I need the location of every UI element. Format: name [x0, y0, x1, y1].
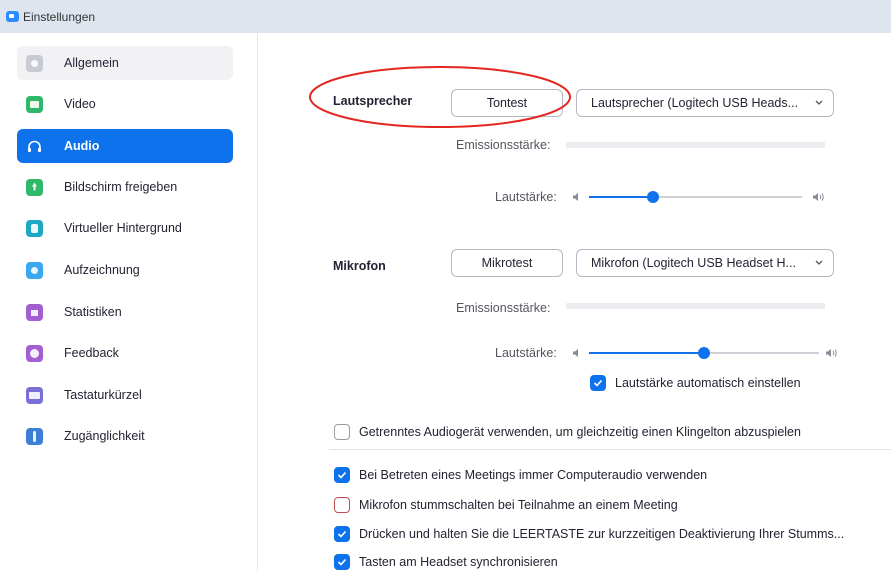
microphone-device-select[interactable]: Mikrofon (Logitech USB Headset H...: [576, 249, 834, 277]
sidebar-item-label: Statistiken: [64, 305, 122, 319]
sidebar-item-feedback[interactable]: Feedback: [17, 336, 233, 370]
sidebar-item-statistiken[interactable]: Statistiken: [17, 295, 233, 329]
sidebar-item-label: Zugänglichkeit: [64, 429, 145, 443]
microphone-volume-slider[interactable]: [589, 347, 819, 359]
chevron-down-icon: [815, 260, 823, 265]
option-label: Getrenntes Audiogerät verwenden, um glei…: [359, 425, 801, 439]
speaker-volume-thumb[interactable]: [646, 191, 659, 203]
microphone-input-level-meter: [566, 303, 825, 309]
settings-sidebar: Allgemein Video Audio Bildschirm freigeb…: [0, 33, 258, 571]
sidebar-item-aufzeichnung[interactable]: Aufzeichnung: [17, 253, 233, 287]
microphone-device-value: Mikrofon (Logitech USB Headset H...: [591, 256, 796, 270]
record-icon: [26, 261, 43, 279]
separate-ringtone-device-checkbox[interactable]: [334, 424, 350, 440]
sync-headset-buttons-row[interactable]: Tasten am Headset synchronisieren: [334, 554, 558, 570]
gear-icon: [26, 54, 43, 72]
checkmark-icon: [337, 558, 347, 566]
option-label: Mikrofon stummschalten bei Teilnahme an …: [359, 498, 678, 512]
feedback-smiley-icon: [26, 344, 43, 362]
chevron-down-icon: [815, 100, 823, 105]
checkmark-icon: [337, 471, 347, 479]
share-screen-icon: [26, 178, 43, 196]
volume-low-icon: [573, 193, 578, 201]
video-camera-icon: [26, 95, 43, 113]
accessibility-icon: [26, 427, 43, 445]
sidebar-item-label: Tastaturkürzel: [64, 388, 142, 402]
sidebar-item-tastaturkuerzel[interactable]: Tastaturkürzel: [17, 378, 233, 412]
microphone-volume-fill: [589, 352, 704, 354]
speaker-output-level-meter: [566, 142, 825, 148]
sidebar-item-label: Feedback: [64, 346, 119, 360]
zoom-app-icon: [6, 11, 19, 22]
speaker-volume-slider[interactable]: [589, 191, 802, 203]
microphone-volume-label: Lautstärke:: [495, 346, 557, 360]
sidebar-item-zugaenglichkeit[interactable]: Zugänglichkeit: [17, 419, 233, 453]
checkmark-icon: [337, 530, 347, 538]
sync-headset-buttons-checkbox[interactable]: [334, 554, 350, 570]
sidebar-item-label: Bildschirm freigeben: [64, 180, 178, 194]
keyboard-icon: [26, 386, 43, 404]
microphone-volume-thumb[interactable]: [698, 347, 710, 359]
mute-mic-on-join-row[interactable]: Mikrofon stummschalten bei Teilnahme an …: [334, 497, 678, 513]
separate-ringtone-device-row[interactable]: Getrenntes Audiogerät verwenden, um glei…: [334, 424, 801, 440]
checkmark-icon: [593, 379, 603, 387]
option-label: Tasten am Headset synchronisieren: [359, 555, 558, 569]
push-to-talk-row[interactable]: Drücken und halten Sie die LEERTASTE zur…: [334, 526, 844, 542]
auto-volume-label: Lautstärke automatisch einstellen: [615, 376, 801, 390]
sidebar-item-virtueller-hintergrund[interactable]: Virtueller Hintergrund: [17, 211, 233, 245]
volume-high-icon: [813, 193, 824, 201]
speaker-volume-label: Lautstärke:: [495, 190, 557, 204]
auto-volume-checkbox[interactable]: [590, 375, 606, 391]
virtual-background-icon: [26, 219, 43, 237]
mute-mic-on-join-checkbox[interactable]: [334, 497, 350, 513]
microphone-emission-label: Emissionsstärke:: [456, 301, 551, 315]
volume-high-icon: [826, 349, 837, 357]
volume-low-icon: [573, 349, 578, 357]
sidebar-item-label: Video: [64, 97, 96, 111]
push-to-talk-checkbox[interactable]: [334, 526, 350, 542]
sidebar-item-label: Aufzeichnung: [64, 263, 140, 277]
speaker-device-value: Lautsprecher (Logitech USB Heads...: [591, 96, 799, 110]
speaker-emission-label: Emissionsstärke:: [456, 138, 551, 152]
annotation-ellipse: [309, 66, 571, 128]
microphone-label: Mikrofon: [333, 259, 386, 273]
speaker-volume-fill: [589, 196, 653, 198]
always-computer-audio-checkbox[interactable]: [334, 467, 350, 483]
sidebar-item-label: Allgemein: [64, 56, 119, 70]
sidebar-item-bildschirm-freigeben[interactable]: Bildschirm freigeben: [17, 170, 233, 204]
window-title: Einstellungen: [23, 9, 96, 24]
statistics-icon: [26, 303, 43, 321]
option-label: Drücken und halten Sie die LEERTASTE zur…: [359, 527, 845, 541]
sidebar-item-allgemein[interactable]: Allgemein: [17, 46, 233, 80]
sidebar-item-label: Virtueller Hintergrund: [64, 221, 182, 235]
speaker-device-select[interactable]: Lautsprecher (Logitech USB Heads...: [576, 89, 834, 117]
microphone-test-button[interactable]: Mikrotest: [451, 249, 563, 277]
window-titlebar: Einstellungen: [0, 0, 891, 33]
sidebar-item-video[interactable]: Video: [17, 87, 233, 121]
always-computer-audio-row[interactable]: Bei Betreten eines Meetings immer Comput…: [334, 467, 707, 483]
headphones-icon: [26, 138, 43, 155]
sidebar-item-audio[interactable]: Audio: [17, 129, 233, 163]
sidebar-item-label: Audio: [64, 139, 100, 153]
section-divider: [329, 449, 891, 450]
option-label: Bei Betreten eines Meetings immer Comput…: [359, 468, 708, 482]
auto-volume-checkbox-row[interactable]: Lautstärke automatisch einstellen: [590, 375, 801, 391]
